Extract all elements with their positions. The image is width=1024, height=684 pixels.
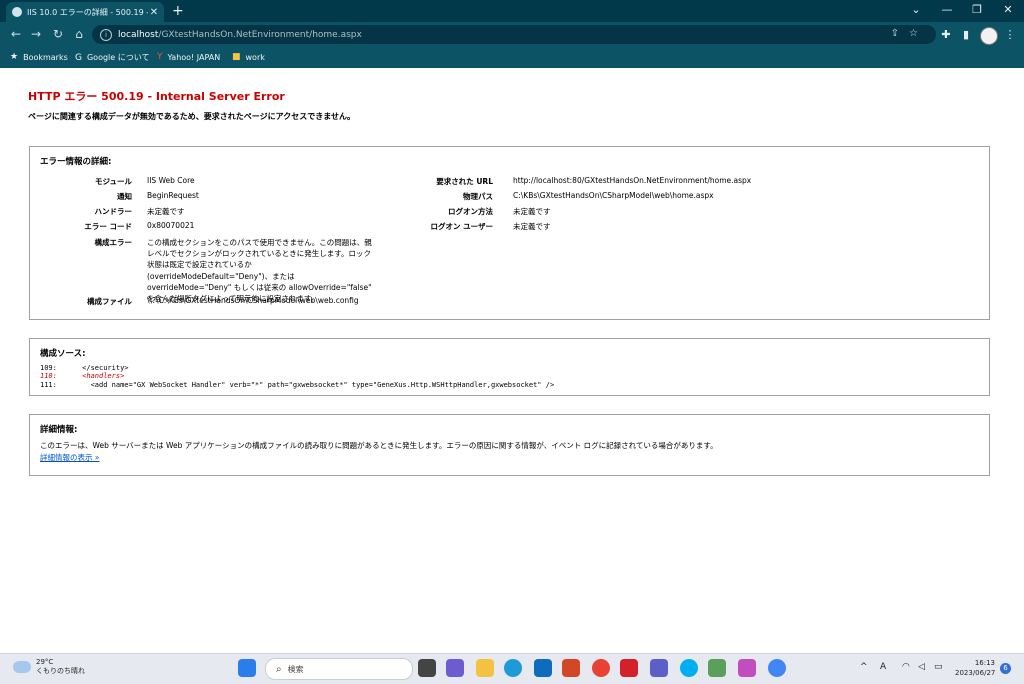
maximize-button[interactable]: ❐ — [967, 3, 987, 16]
detail-value: C:\KBs\GXtestHandsOn\CSharpModel\web\hom… — [513, 191, 714, 200]
chrome-icon[interactable] — [592, 659, 610, 677]
url-text: localhost/GXtestHandsOn.NetEnvironment/h… — [118, 29, 362, 40]
volume-icon[interactable]: ◁ — [918, 662, 925, 672]
bookmark-google[interactable]: G Google について — [75, 52, 150, 63]
detail-label: ログオン方法 — [448, 207, 493, 216]
more-info-text: このエラーは、Web サーバーまたは Web アプリケーションの構成ファイルの読… — [40, 441, 718, 450]
google-icon: G — [75, 52, 82, 63]
close-tab-icon[interactable]: ✕ — [148, 7, 160, 18]
ime-indicator[interactable]: A — [880, 662, 886, 672]
tab-title: IIS 10.0 エラーの詳細 - 500.19 - Internal Serv… — [27, 7, 148, 17]
bookmarks-bar: ★ Bookmarks G Google について Y Yahoo! JAPAN ■ w… — [0, 47, 1024, 68]
app-icon[interactable] — [738, 659, 756, 677]
bookmark-star-icon[interactable]: ⇪☆ — [891, 28, 928, 39]
star-icon: ★ — [10, 52, 19, 62]
more-info-link[interactable]: 詳細情報の表示 » — [40, 452, 99, 463]
weather-widget[interactable]: 29°C くもりのち晴れ — [13, 658, 85, 676]
taskbar: 29°C くもりのち晴れ ⌕ 検索 ^ A ◠ ◁ ▭ 16:13 2023/06… — [0, 653, 1024, 684]
battery-icon[interactable]: ▭ — [934, 662, 943, 672]
config-error-text: この構成セクションをこのパスで使用できません。この問題は、親レベルでセクションが… — [147, 238, 372, 304]
reload-icon[interactable]: ↻ — [50, 27, 66, 41]
teams-icon[interactable] — [650, 659, 668, 677]
page-content: HTTP エラー 500.19 - Internal Server Error … — [0, 68, 1024, 653]
weather-desc: くもりのち晴れ — [36, 667, 85, 675]
detail-value: 未定義です — [513, 222, 551, 231]
genexus-icon[interactable] — [620, 659, 638, 677]
source-heading: 構成ソース: — [40, 349, 86, 359]
side-panel-icon[interactable]: ▮ — [958, 28, 974, 41]
file-explorer-icon[interactable] — [476, 659, 494, 677]
forward-icon[interactable]: → — [28, 27, 44, 41]
bookmark-bookmarks[interactable]: ★ Bookmarks — [10, 52, 68, 62]
tray-chevron-icon[interactable]: ^ — [860, 662, 868, 672]
address-bar[interactable]: i localhost/GXtestHandsOn.NetEnvironment… — [92, 25, 936, 44]
more-info-heading: 詳細情報: — [40, 425, 78, 435]
detail-value: http://localhost:80/GXtestHandsOn.NetEnv… — [513, 176, 752, 185]
detail-label: 要求された URL — [436, 177, 493, 186]
home-icon[interactable]: ⌂ — [71, 27, 87, 41]
edge-icon[interactable] — [504, 659, 522, 677]
search-icon: ⌕ — [276, 663, 282, 675]
powerpoint-icon[interactable] — [562, 659, 580, 677]
detail-value: 0x80070021 — [147, 221, 195, 230]
new-tab-button[interactable]: + — [172, 3, 184, 19]
detail-value: 未定義です — [147, 207, 185, 216]
code-line-highlight: 110: <handlers> — [40, 372, 125, 381]
bookmark-yahoo[interactable]: Y Yahoo! JAPAN — [157, 52, 220, 62]
site-info-icon[interactable]: i — [100, 28, 112, 41]
detail-label: モジュール — [95, 177, 132, 186]
chat-icon[interactable] — [446, 659, 464, 677]
detail-value: BeginRequest — [147, 191, 199, 200]
outlook-icon[interactable] — [534, 659, 552, 677]
tab-search-button[interactable]: ⌄ — [906, 3, 926, 16]
back-icon[interactable]: ← — [8, 27, 24, 41]
app-icon[interactable] — [708, 659, 726, 677]
detail-label: 通知 — [117, 192, 132, 201]
detail-label: 構成ファイル — [87, 297, 132, 306]
menu-icon[interactable]: ⋮ — [1002, 28, 1018, 41]
config-source-box: 構成ソース: 109: </security> 110: <handlers> … — [29, 338, 990, 396]
browser-toolbar: ← → ↻ ⌂ i localhost/GXtestHandsOn.NetEnv… — [0, 22, 1024, 47]
notification-badge[interactable]: 6 — [1000, 663, 1011, 674]
browser-titlebar: IIS 10.0 エラーの詳細 - 500.19 - Internal Serv… — [0, 0, 1024, 22]
globe-icon — [12, 7, 22, 17]
browser-tab[interactable]: IIS 10.0 エラーの詳細 - 500.19 - Internal Serv… — [6, 2, 164, 22]
task-view-icon[interactable] — [418, 659, 436, 677]
folder-icon: ■ — [232, 52, 241, 62]
code-line: 109: </security> — [40, 364, 129, 372]
detail-label: 物理パス — [463, 192, 493, 201]
clock[interactable]: 16:13 2023/06/27 — [955, 658, 995, 678]
error-subtitle: ページに関連する構成データが無効であるため、要求されたページにアクセスできません… — [28, 112, 355, 121]
clock-time: 16:13 — [974, 659, 995, 667]
error-details-box: エラー情報の詳細: モジュール IIS Web Core 通知 BeginReq… — [29, 146, 990, 320]
taskbar-search[interactable]: ⌕ 検索 — [265, 658, 413, 680]
skype-icon[interactable] — [680, 659, 698, 677]
detail-value: \\?\C:\KBs\GXtestHandsOn\CSharpModel\web… — [147, 296, 359, 305]
detail-label: エラー コード — [84, 222, 132, 231]
detail-label: ログオン ユーザー — [430, 222, 493, 231]
more-info-box: 詳細情報: このエラーは、Web サーバーまたは Web アプリケーションの構成… — [29, 414, 990, 476]
detail-label: 構成エラー — [94, 238, 133, 247]
details-heading: エラー情報の詳細: — [40, 157, 112, 167]
detail-value: 未定義です — [513, 207, 551, 216]
close-window-button[interactable]: ✕ — [998, 3, 1018, 16]
code-line: 111: <add name="GX WebSocket Handler" ve… — [40, 380, 555, 389]
profile-avatar[interactable] — [980, 27, 998, 45]
yahoo-icon: Y — [157, 52, 163, 62]
cloud-icon — [13, 661, 31, 673]
wifi-icon[interactable]: ◠ — [902, 662, 910, 672]
start-icon[interactable] — [238, 659, 256, 677]
chrome-profile-icon[interactable] — [768, 659, 786, 677]
detail-label: ハンドラー — [94, 207, 133, 216]
bookmark-work[interactable]: ■ work — [232, 52, 265, 62]
clock-date: 2023/06/27 — [955, 669, 996, 677]
extensions-icon[interactable]: ✚ — [938, 28, 954, 41]
detail-value: IIS Web Core — [147, 176, 195, 185]
minimize-button[interactable]: — — [937, 3, 957, 16]
weather-temp: 29°C — [36, 658, 54, 666]
error-title: HTTP エラー 500.19 - Internal Server Error — [28, 90, 285, 103]
search-placeholder: 検索 — [287, 664, 304, 674]
source-code: 109: </security> 110: <handlers> 111: <a… — [40, 364, 554, 389]
